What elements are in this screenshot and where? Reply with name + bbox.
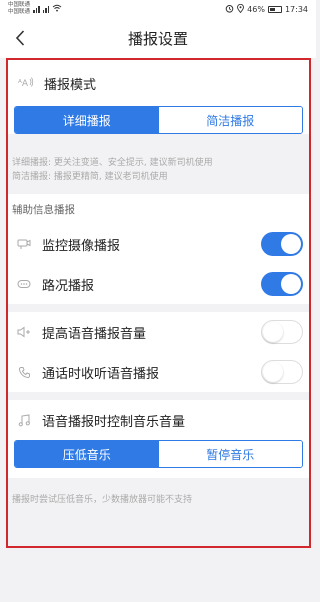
broadcast-mode-title: 播报模式	[44, 77, 97, 93]
camera-broadcast-toggle[interactable]	[261, 232, 303, 256]
call-broadcast-row: 通话时收听语音播报	[8, 352, 309, 392]
raise-volume-row: 提高语音播报音量	[8, 312, 309, 352]
carrier-2: 中国联通	[8, 9, 31, 15]
traffic-broadcast-label: 路况播报	[42, 278, 95, 294]
mode-option-concise[interactable]: 简洁播报	[158, 107, 302, 133]
music-volume-title: 语音播报时控制音乐音量	[42, 414, 186, 430]
music-note-icon	[14, 413, 34, 427]
chevron-left-icon	[15, 30, 25, 46]
call-broadcast-toggle[interactable]	[261, 360, 303, 384]
camera-broadcast-row: 监控摄像播报	[8, 224, 309, 264]
volume-up-icon	[14, 326, 34, 338]
music-volume-row: 语音播报时控制音乐音量	[8, 400, 309, 440]
status-bar: 中国联通 中国联通 46% 17:34	[0, 0, 316, 18]
voice-mode-icon: ᴬA	[18, 76, 36, 91]
location-icon	[237, 3, 245, 15]
camera-icon	[14, 238, 34, 250]
wifi-icon	[52, 4, 62, 14]
battery-percent: 46%	[247, 4, 265, 14]
mode-option-detailed[interactable]: 详细播报	[15, 107, 159, 133]
back-button[interactable]	[10, 27, 30, 49]
music-option-lower[interactable]: 压低音乐	[15, 441, 159, 467]
broadcast-mode-hints: 详细播报: 更关注变道、安全提示, 建议新司机使用 简洁播报: 播报更精简, 建…	[8, 142, 309, 194]
phone-icon	[14, 366, 34, 379]
clock: 17:34	[284, 4, 308, 14]
signal-icon-2	[42, 5, 50, 13]
settings-highlight-frame: ᴬA 播报模式 详细播报 简洁播报 详细播报: 更关注变道、安全提示, 建议新司…	[6, 58, 311, 548]
battery-icon	[267, 5, 282, 13]
page-title: 播报设置	[127, 29, 188, 48]
camera-broadcast-label: 监控摄像播报	[42, 238, 121, 254]
broadcast-mode-section: ᴬA 播报模式 详细播报 简洁播报	[8, 60, 309, 134]
music-control-segmented: 压低音乐 暂停音乐	[14, 440, 303, 468]
traffic-icon	[14, 279, 34, 289]
svg-text:ᴬA: ᴬA	[18, 79, 29, 88]
aux-info-label: 辅助信息播报	[8, 194, 309, 224]
broadcast-mode-segmented: 详细播报 简洁播报	[14, 106, 303, 134]
music-option-pause[interactable]: 暂停音乐	[158, 441, 302, 467]
traffic-broadcast-toggle[interactable]	[261, 272, 303, 296]
alarm-icon	[225, 4, 234, 15]
carrier-1: 中国联通	[8, 2, 31, 8]
hint-detailed: 详细播报: 更关注变道、安全提示, 建议新司机使用	[12, 158, 213, 168]
signal-icon	[33, 5, 40, 13]
raise-volume-toggle[interactable]	[261, 320, 303, 344]
music-hint: 播报时尝试压低音乐，少数播放器可能不支持	[12, 495, 193, 505]
nav-bar: 播报设置	[0, 18, 316, 58]
carrier-info: 中国联通 中国联通	[8, 2, 62, 16]
hint-concise: 简洁播报: 播报更精简, 建议老司机使用	[12, 172, 168, 182]
call-broadcast-label: 通话时收听语音播报	[42, 366, 160, 382]
traffic-broadcast-row: 路况播报	[8, 264, 309, 304]
raise-volume-label: 提高语音播报音量	[42, 326, 147, 342]
